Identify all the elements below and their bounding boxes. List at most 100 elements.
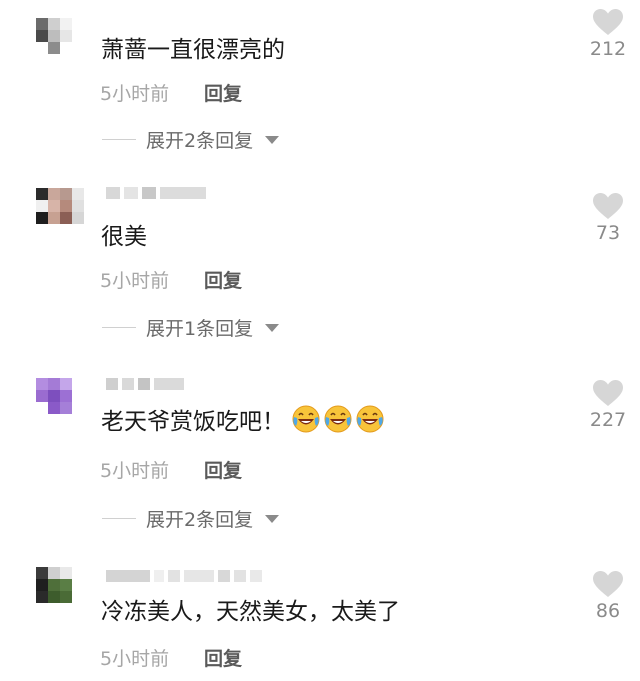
avatar-pixel bbox=[48, 212, 60, 224]
avatar-pixel bbox=[72, 200, 84, 212]
expand-replies-button[interactable]: 展开2条回复 bbox=[102, 126, 280, 153]
like-button[interactable]: 212 bbox=[588, 8, 628, 60]
username-blurred bbox=[106, 186, 206, 200]
avatar-pixel bbox=[72, 402, 84, 414]
avatar-pixel bbox=[72, 54, 84, 66]
avatar[interactable] bbox=[36, 378, 84, 426]
avatar-pixel bbox=[72, 567, 84, 579]
avatar[interactable] bbox=[36, 18, 84, 66]
avatar-pixel bbox=[36, 224, 48, 236]
avatar-pixel bbox=[72, 591, 84, 603]
comment-text-content: 老天爷赏饭吃吧！ bbox=[101, 409, 285, 435]
avatar-pixel bbox=[48, 54, 60, 66]
divider-line bbox=[102, 518, 136, 519]
avatar-pixel bbox=[60, 579, 72, 591]
emoji-group bbox=[289, 404, 385, 434]
expand-replies-button[interactable]: 展开1条回复 bbox=[102, 314, 280, 341]
like-count: 227 bbox=[589, 409, 627, 431]
like-button[interactable]: 73 bbox=[588, 192, 628, 244]
avatar-pixel bbox=[48, 603, 60, 615]
avatar-pixel bbox=[48, 18, 60, 30]
avatar-pixel bbox=[48, 200, 60, 212]
avatar-pixel bbox=[36, 30, 48, 42]
avatar-pixel bbox=[36, 378, 48, 390]
avatar-pixel bbox=[72, 378, 84, 390]
like-count: 86 bbox=[595, 600, 621, 622]
like-count: 212 bbox=[589, 38, 627, 60]
avatar[interactable] bbox=[36, 567, 84, 615]
avatar-pixel bbox=[60, 42, 72, 54]
avatar-pixel bbox=[36, 567, 48, 579]
avatar-pixel bbox=[36, 390, 48, 402]
avatar-pixel bbox=[60, 390, 72, 402]
expand-replies-label: 展开1条回复 bbox=[146, 318, 254, 340]
laughing-tears-emoji-icon bbox=[292, 405, 320, 433]
avatar-pixel bbox=[48, 579, 60, 591]
divider-line bbox=[102, 327, 136, 328]
avatar[interactable] bbox=[36, 188, 84, 236]
avatar-pixel bbox=[60, 567, 72, 579]
comment-time: 5小时前 bbox=[100, 460, 170, 482]
expand-replies-label: 展开2条回复 bbox=[146, 130, 254, 152]
like-count: 73 bbox=[595, 222, 621, 244]
comment-time: 5小时前 bbox=[100, 648, 170, 670]
comment-text: 萧蔷一直很漂亮的 bbox=[101, 37, 285, 63]
avatar-pixel bbox=[72, 579, 84, 591]
avatar-pixel bbox=[60, 378, 72, 390]
like-button[interactable]: 227 bbox=[588, 379, 628, 431]
avatar-pixel bbox=[48, 30, 60, 42]
avatar-pixel bbox=[36, 591, 48, 603]
avatar-pixel bbox=[48, 591, 60, 603]
avatar-pixel bbox=[48, 188, 60, 200]
avatar-pixel bbox=[60, 54, 72, 66]
avatar-pixel bbox=[36, 603, 48, 615]
avatar-pixel bbox=[60, 414, 72, 426]
avatar-pixel bbox=[72, 18, 84, 30]
avatar-pixel bbox=[36, 579, 48, 591]
reply-button[interactable]: 回复 bbox=[204, 644, 242, 671]
avatar-pixel bbox=[60, 591, 72, 603]
expand-replies-button[interactable]: 展开2条回复 bbox=[102, 505, 280, 532]
avatar-pixel bbox=[48, 414, 60, 426]
avatar-pixel bbox=[36, 414, 48, 426]
like-button[interactable]: 86 bbox=[588, 570, 628, 622]
avatar-pixel bbox=[36, 18, 48, 30]
avatar-pixel bbox=[72, 603, 84, 615]
heart-icon bbox=[593, 571, 623, 597]
avatar-pixel bbox=[72, 224, 84, 236]
avatar-pixel bbox=[60, 402, 72, 414]
heart-icon bbox=[593, 193, 623, 219]
comment-text: 很美 bbox=[101, 224, 147, 250]
avatar-pixel bbox=[36, 54, 48, 66]
caret-down-icon bbox=[265, 323, 280, 332]
avatar-pixel bbox=[72, 390, 84, 402]
reply-button[interactable]: 回复 bbox=[204, 79, 242, 106]
heart-icon bbox=[593, 9, 623, 35]
avatar-pixel bbox=[72, 188, 84, 200]
divider-line bbox=[102, 139, 136, 140]
avatar-pixel bbox=[72, 42, 84, 54]
avatar-pixel bbox=[48, 378, 60, 390]
avatar-pixel bbox=[72, 414, 84, 426]
comment-time: 5小时前 bbox=[100, 270, 170, 292]
avatar-pixel bbox=[60, 212, 72, 224]
avatar-pixel bbox=[36, 188, 48, 200]
avatar-pixel bbox=[72, 212, 84, 224]
avatar-pixel bbox=[48, 567, 60, 579]
avatar-pixel bbox=[60, 224, 72, 236]
avatar-pixel bbox=[48, 42, 60, 54]
username-blurred bbox=[106, 377, 184, 391]
avatar-pixel bbox=[60, 188, 72, 200]
avatar-pixel bbox=[60, 200, 72, 212]
avatar-pixel bbox=[48, 402, 60, 414]
caret-down-icon bbox=[265, 135, 280, 144]
caret-down-icon bbox=[265, 514, 280, 523]
reply-button[interactable]: 回复 bbox=[204, 456, 242, 483]
comment-text: 老天爷赏饭吃吧！ bbox=[101, 402, 385, 436]
username-blurred bbox=[106, 569, 262, 583]
avatar-pixel bbox=[48, 390, 60, 402]
reply-button[interactable]: 回复 bbox=[204, 266, 242, 293]
avatar-pixel bbox=[60, 18, 72, 30]
heart-icon bbox=[593, 380, 623, 406]
avatar-pixel bbox=[36, 212, 48, 224]
